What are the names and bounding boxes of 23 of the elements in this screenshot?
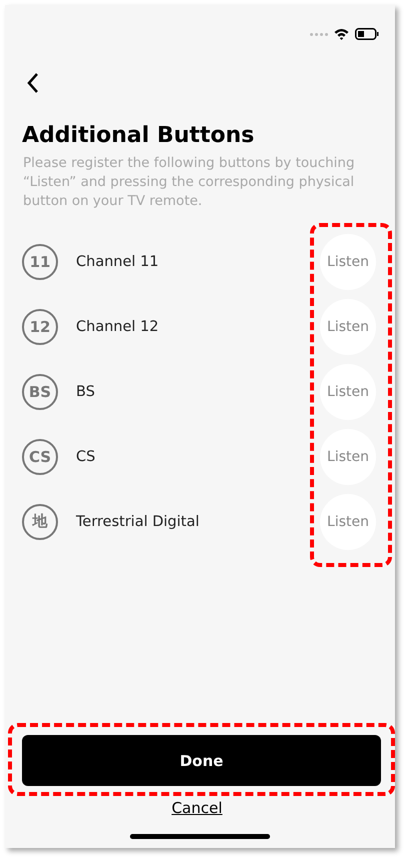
cancel-link[interactable]: Cancel bbox=[172, 799, 222, 817]
signal-icon bbox=[310, 32, 328, 36]
listen-button[interactable]: Listen bbox=[320, 428, 376, 484]
button-label: Channel 12 bbox=[76, 318, 160, 334]
button-label: Terrestrial Digital bbox=[76, 514, 200, 530]
battery-icon bbox=[355, 28, 379, 40]
listen-button[interactable]: Listen bbox=[320, 364, 376, 420]
wifi-icon bbox=[334, 28, 349, 40]
badge-icon: 12 bbox=[22, 308, 58, 344]
listen-button[interactable]: Listen bbox=[320, 494, 376, 550]
back-icon[interactable] bbox=[25, 71, 41, 95]
listen-button[interactable]: Listen bbox=[320, 234, 376, 290]
badge-icon: BS bbox=[22, 374, 58, 410]
badge-icon: 地 bbox=[22, 504, 58, 540]
done-button[interactable]: Done bbox=[22, 735, 381, 786]
page-title: Additional Buttons bbox=[22, 123, 256, 148]
badge-icon: CS bbox=[22, 438, 58, 474]
button-label: BS bbox=[76, 384, 96, 400]
badge-icon: 11 bbox=[22, 244, 58, 280]
instructions-text: Please register the following buttons by touching “Listen” and pressing the corresponding physical button on your TV remote. bbox=[23, 154, 356, 211]
button-label: CS bbox=[76, 448, 96, 464]
button-label: Channel 11 bbox=[76, 254, 160, 270]
listen-button[interactable]: Listen bbox=[320, 298, 376, 354]
